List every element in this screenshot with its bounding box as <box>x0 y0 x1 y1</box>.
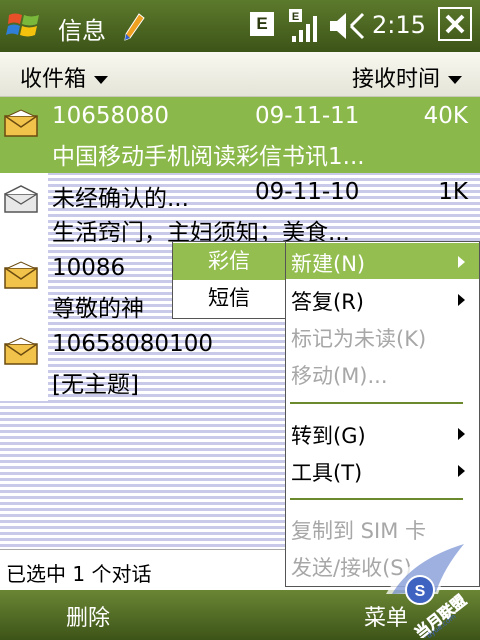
menu-item-move[interactable]: 移动(M)... <box>286 355 479 391</box>
clock[interactable]: 2:15 <box>372 11 426 39</box>
message-subject: 尊敬的神 <box>52 296 144 322</box>
svg-text:S: S <box>415 583 426 600</box>
chevron-down-icon <box>448 76 462 84</box>
new-submenu: 彩信 短信 <box>172 241 286 319</box>
windows-start-icon[interactable] <box>6 7 42 43</box>
close-button[interactable] <box>438 7 472 41</box>
message-date: 09-11-10 <box>255 179 360 205</box>
message-size: 40K <box>423 103 468 129</box>
folder-label: 收件箱 <box>20 67 87 92</box>
chevron-right-icon <box>458 256 465 268</box>
menu-item-new[interactable]: 新建(N) <box>286 243 479 279</box>
submenu-item-mms[interactable]: 彩信 <box>173 243 285 280</box>
chevron-right-icon <box>458 465 465 477</box>
chevron-right-icon <box>458 294 465 306</box>
menu-item-tools[interactable]: 工具(T) <box>286 452 479 488</box>
signal-strength-icon[interactable]: E <box>288 8 322 44</box>
volume-icon[interactable] <box>328 10 366 42</box>
selection-status: 已选中 1 个对话 <box>6 562 152 586</box>
message-sender: 未经确认的... <box>52 186 189 212</box>
submenu-item-sms[interactable]: 短信 <box>173 280 285 317</box>
menu-divider <box>290 402 463 404</box>
message-subject: [无主题] <box>52 372 139 398</box>
network-type-icon: E <box>250 12 274 36</box>
message-sender: 10658080 <box>52 103 170 129</box>
watermark-logo: S 当月联盟 www.dyue.com <box>386 538 470 638</box>
title-bar: 信息 E E 2:15 <box>0 0 480 52</box>
envelope-icon <box>4 261 38 289</box>
message-row[interactable]: 10658080 09-11-11 40K 中国移动手机阅读彩信书讯1... <box>0 97 480 173</box>
menu-divider <box>290 498 463 500</box>
message-sender: 10086 <box>52 255 126 281</box>
menu-item-mark-unread[interactable]: 标记为未读(K) <box>286 318 479 354</box>
delete-softkey[interactable]: 删除 <box>66 600 110 632</box>
menu-item-goto[interactable]: 转到(G) <box>286 415 479 451</box>
list-header: 收件箱 接收时间 <box>0 52 480 97</box>
sort-label: 接收时间 <box>351 67 440 92</box>
message-date: 09-11-11 <box>255 103 360 129</box>
message-sender: 10658080100 <box>52 331 213 357</box>
close-icon <box>445 14 465 34</box>
chevron-down-icon <box>94 76 109 84</box>
message-subject: 中国移动手机阅读彩信书讯1... <box>52 144 365 170</box>
chevron-right-icon <box>458 428 465 440</box>
app-title: 信息 <box>58 17 106 45</box>
svg-text:E: E <box>292 11 299 23</box>
envelope-icon <box>4 337 38 365</box>
envelope-icon <box>4 109 38 137</box>
message-size: 1K <box>438 179 468 205</box>
message-row[interactable]: 未经确认的... 09-11-10 1K 生活窍门，主妇须知；美食... <box>0 173 480 249</box>
sort-dropdown[interactable]: 接收时间 <box>352 61 462 93</box>
pen-input-icon[interactable] <box>121 12 147 42</box>
folder-dropdown[interactable]: 收件箱 <box>20 61 109 93</box>
envelope-open-icon <box>4 185 38 213</box>
menu-item-reply[interactable]: 答复(R) <box>286 281 479 317</box>
